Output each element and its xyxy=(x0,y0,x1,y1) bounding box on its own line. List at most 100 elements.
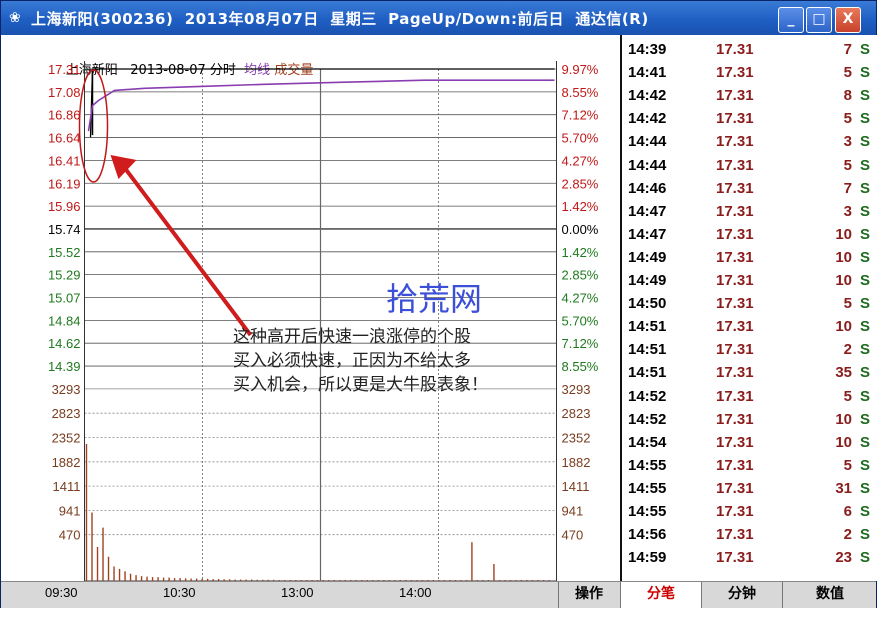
tick-row[interactable]: 14:47 17.31 10 S xyxy=(622,226,877,249)
annotation-text: 这种高开后快速一浪涨停的个股 买入必须快速，正因为不给太多 买入机会，所以更是大… xyxy=(233,325,488,397)
tick-side: S xyxy=(859,479,870,497)
tick-price: 17.31 xyxy=(716,225,754,243)
maximize-button[interactable]: □ xyxy=(806,7,832,33)
tick-time: 14:47 xyxy=(628,225,667,243)
tick-time: 14:44 xyxy=(628,156,667,174)
tick-price: 17.31 xyxy=(716,503,754,520)
tick-price: 17.31 xyxy=(716,549,754,567)
tick-price: 17.31 xyxy=(716,202,754,220)
intraday-chart[interactable]: 上海新阳 2013-08-07 分时 均线 成交量 xyxy=(1,35,620,607)
tick-side: S xyxy=(859,87,870,105)
chart-date: 2013-08-07 分时 xyxy=(130,63,236,78)
tick-time: 14:47 xyxy=(628,202,667,220)
minimize-button[interactable]: _ xyxy=(778,7,804,33)
tick-volume: 3 xyxy=(843,133,852,151)
tick-price: 17.31 xyxy=(716,479,754,497)
tick-time: 14:51 xyxy=(628,341,667,359)
tick-row[interactable]: 14:56 17.31 2 S xyxy=(622,526,877,549)
tick-time: 14:41 xyxy=(628,64,667,82)
tick-side: S xyxy=(859,549,870,567)
title-bar[interactable]: ❀ 上海新阳(300236) 2013年08月07日 星期三 PageUp/Do… xyxy=(1,1,876,35)
tick-side: S xyxy=(859,387,870,405)
tick-row[interactable]: 14:44 17.31 3 S xyxy=(622,133,877,156)
tick-time: 14:51 xyxy=(628,318,667,336)
tick-volume: 5 xyxy=(843,156,852,174)
tick-price: 17.31 xyxy=(716,41,754,58)
tick-time: 14:42 xyxy=(628,110,667,128)
tick-time: 14:50 xyxy=(628,295,667,313)
tab-ticks[interactable]: 分笔 xyxy=(620,582,701,608)
tab-operate[interactable]: 操作 xyxy=(558,582,619,608)
tick-row[interactable]: 14:59 17.31 23 S xyxy=(622,549,877,572)
tick-volume: 10 xyxy=(835,318,852,336)
tick-side: S xyxy=(859,503,870,520)
bottom-bar: 09:30 10:30 13:00 14:00 操作 分笔 分钟 数值 xyxy=(1,581,876,608)
tick-row[interactable]: 14:54 17.31 10 S xyxy=(622,434,877,457)
tick-side: S xyxy=(859,225,870,243)
tick-time: 14:55 xyxy=(628,479,667,497)
tick-time: 14:55 xyxy=(628,456,667,474)
tick-row[interactable]: 14:49 17.31 10 S xyxy=(622,249,877,272)
tick-side: S xyxy=(859,133,870,151)
tick-price: 17.31 xyxy=(716,156,754,174)
tick-volume: 23 xyxy=(835,549,852,567)
tick-price: 17.31 xyxy=(716,64,754,82)
tick-volume: 7 xyxy=(843,179,852,197)
tick-price: 17.31 xyxy=(716,272,754,289)
tick-side: S xyxy=(859,248,870,266)
tick-side: S xyxy=(859,179,870,197)
tick-price: 17.31 xyxy=(716,110,754,128)
app-window: ❀ 上海新阳(300236) 2013年08月07日 星期三 PageUp/Do… xyxy=(0,0,877,608)
tick-row[interactable]: 14:52 17.31 5 S xyxy=(622,388,877,411)
tick-volume: 3 xyxy=(843,202,852,220)
tick-list[interactable]: 14:39 17.31 7 S 14:41 17.31 5 S 14:42 17.31 8 S 14:4… xyxy=(620,35,877,581)
chart-header: 上海新阳 2013-08-07 分时 均线 成交量 xyxy=(41,44,314,93)
tick-row[interactable]: 14:50 17.31 5 S xyxy=(622,295,877,318)
tick-side: S xyxy=(859,526,870,544)
tab-minutes[interactable]: 分钟 xyxy=(701,582,782,608)
tick-price: 17.31 xyxy=(716,387,754,405)
tick-price: 17.31 xyxy=(716,318,754,336)
time-label: 13:00 xyxy=(281,585,314,600)
tick-volume: 5 xyxy=(843,456,852,474)
tick-price: 17.31 xyxy=(716,133,754,151)
tick-side: S xyxy=(859,110,870,128)
tick-side: S xyxy=(859,410,870,428)
tick-row[interactable]: 14:51 17.31 10 S xyxy=(622,318,877,341)
tick-row[interactable]: 14:47 17.31 3 S xyxy=(622,203,877,226)
tick-time: 14:52 xyxy=(628,410,667,428)
close-button[interactable]: X xyxy=(835,7,861,33)
tick-row[interactable]: 14:41 17.31 5 S xyxy=(622,64,877,87)
tick-price: 17.31 xyxy=(716,179,754,197)
tick-row[interactable]: 14:51 17.31 35 S xyxy=(622,364,877,387)
tick-volume: 5 xyxy=(843,64,852,82)
tick-time: 14:51 xyxy=(628,364,667,382)
volume-label[interactable]: 成交量 xyxy=(274,63,313,78)
tick-time: 14:44 xyxy=(628,133,667,151)
tick-side: S xyxy=(859,272,870,289)
tick-row[interactable]: 14:55 17.31 31 S xyxy=(622,480,877,503)
tick-volume: 10 xyxy=(835,272,852,289)
tick-row[interactable]: 14:39 17.31 7 S xyxy=(622,41,877,64)
tick-row[interactable]: 14:42 17.31 5 S xyxy=(622,110,877,133)
tick-row[interactable]: 14:44 17.31 5 S xyxy=(622,157,877,180)
time-label: 09:30 xyxy=(45,585,78,600)
tick-price: 17.31 xyxy=(716,433,754,451)
tick-row[interactable]: 14:52 17.31 10 S xyxy=(622,411,877,434)
tick-volume: 6 xyxy=(843,503,852,520)
annotation-line: 买入机会，所以更是大牛股表象！ xyxy=(233,375,488,395)
tick-row[interactable]: 14:55 17.31 5 S xyxy=(622,457,877,480)
tick-row[interactable]: 14:42 17.31 8 S xyxy=(622,87,877,110)
tick-volume: 10 xyxy=(835,410,852,428)
tick-price: 17.31 xyxy=(716,87,754,105)
tick-row[interactable]: 14:55 17.31 6 S xyxy=(622,503,877,526)
tab-values[interactable]: 数值 xyxy=(782,582,877,608)
tick-price: 17.31 xyxy=(716,410,754,428)
avg-line-label[interactable]: 均线 xyxy=(244,63,270,78)
tick-row[interactable]: 14:46 17.31 7 S xyxy=(622,180,877,203)
tick-time: 14:59 xyxy=(628,549,667,567)
tick-volume: 10 xyxy=(835,433,852,451)
tick-row[interactable]: 14:51 17.31 2 S xyxy=(622,341,877,364)
tick-price: 17.31 xyxy=(716,526,754,544)
tick-row[interactable]: 14:49 17.31 10 S xyxy=(622,272,877,295)
